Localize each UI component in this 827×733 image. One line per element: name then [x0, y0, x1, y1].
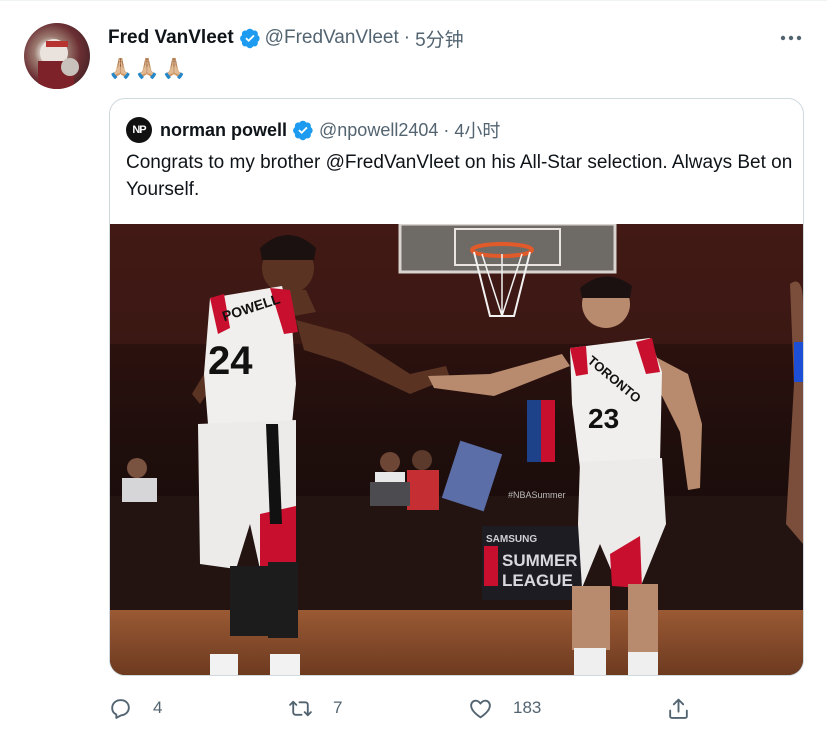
- quoted-tweet[interactable]: NP norman powell @npowell2404 · 4小时 Cong…: [109, 98, 804, 676]
- like-icon: [470, 699, 491, 718]
- author-avatar[interactable]: [24, 23, 90, 89]
- quoted-photo[interactable]: SAMSUNG SUMMER LEAGUE #NBASummer POWELL …: [110, 224, 803, 675]
- hashtag: #NBASummer: [508, 490, 566, 500]
- banner-top: SAMSUNG: [486, 534, 537, 545]
- timestamp[interactable]: 5分钟: [415, 25, 464, 52]
- tweet[interactable]: Fred VanVleet @FredVanVleet · 5分钟 🙏🏼🙏🏼🙏🏼…: [0, 0, 827, 733]
- jersey-left-number: 24: [208, 339, 253, 383]
- banner-sub: LEAGUE: [502, 571, 573, 590]
- author-name[interactable]: Fred VanVleet: [108, 27, 234, 49]
- more-icon[interactable]: [776, 26, 806, 50]
- quoted-timestamp[interactable]: 4小时: [454, 117, 500, 143]
- share-button[interactable]: [666, 693, 691, 723]
- tweet-header: Fred VanVleet @FredVanVleet · 5分钟: [108, 25, 464, 51]
- separator: ·: [403, 27, 411, 48]
- tweet-text: 🙏🏼🙏🏼🙏🏼: [108, 58, 189, 80]
- verified-badge-icon: [293, 120, 313, 141]
- like-button[interactable]: 183: [468, 693, 541, 723]
- share-icon: [669, 698, 688, 719]
- quoted-author-handle[interactable]: @npowell2404: [319, 120, 438, 141]
- quoted-author-name[interactable]: norman powell: [160, 120, 287, 141]
- reply-count: 4: [153, 698, 163, 717]
- retweet-icon: [289, 700, 312, 716]
- jersey-right-number: 23: [588, 403, 619, 434]
- retweet-count: 7: [333, 698, 343, 717]
- separator: ·: [443, 119, 450, 140]
- reply-icon: [111, 698, 130, 719]
- verified-badge-icon: [239, 28, 260, 49]
- quoted-text: Congrats to my brother @FredVanVleet on …: [126, 152, 793, 200]
- reply-button[interactable]: 4: [108, 693, 162, 723]
- quoted-header: NP norman powell @npowell2404 · 4小时: [126, 117, 500, 143]
- tweet-actions: 4 7 183: [108, 693, 708, 723]
- banner-main: SUMMER: [502, 551, 578, 570]
- retweet-button[interactable]: 7: [288, 693, 342, 723]
- like-count: 183: [513, 698, 542, 717]
- quoted-avatar[interactable]: NP: [126, 117, 152, 143]
- author-handle[interactable]: @FredVanVleet: [265, 27, 399, 49]
